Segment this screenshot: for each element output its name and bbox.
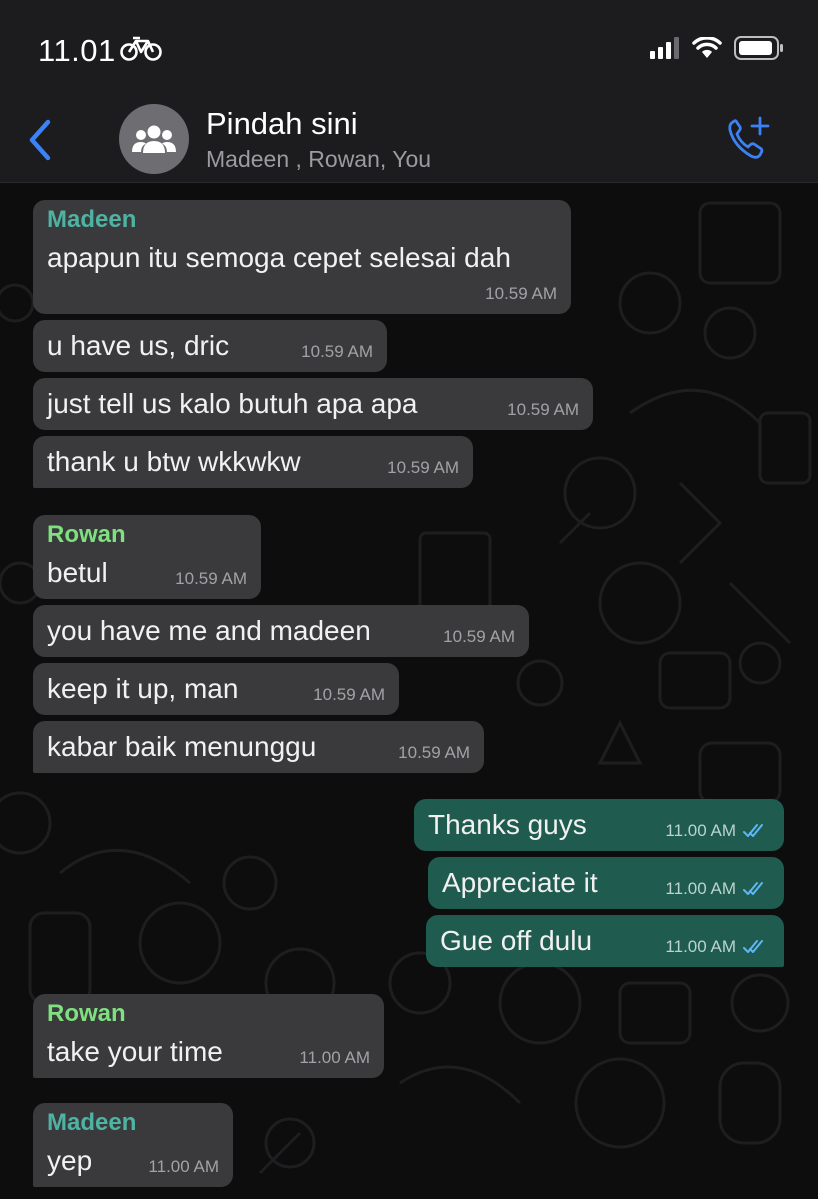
add-call-icon[interactable] xyxy=(724,114,774,164)
message-timestamp: 10.59 AM xyxy=(443,627,515,646)
sender-name: Rowan xyxy=(47,1000,126,1027)
chat-participants[interactable]: Madeen , Rowan, You xyxy=(206,146,431,173)
message-bubble-incoming[interactable]: u have us, dric 10.59 AM xyxy=(33,320,387,372)
cellular-signal-icon xyxy=(650,37,679,59)
message-timestamp: 10.59 AM xyxy=(387,458,459,477)
wifi-icon xyxy=(692,37,722,58)
message-timestamp: 10.59 AM xyxy=(313,685,385,704)
message-bubble-outgoing[interactable]: Gue off dulu 11.00 AM xyxy=(426,915,784,967)
sender-name: Rowan xyxy=(47,521,126,548)
message-timestamp: 11.00 AM xyxy=(148,1157,219,1176)
message-text: yep xyxy=(47,1145,93,1176)
message-bubble-incoming[interactable]: Rowan betul 10.59 AM xyxy=(33,515,261,599)
message-text: just tell us kalo butuh apa apa xyxy=(47,388,418,419)
message-text: Gue off dulu xyxy=(440,925,593,956)
chat-header: Pindah sini Madeen , Rowan, You xyxy=(0,100,818,183)
message-timestamp: 11.00 AM xyxy=(665,821,736,840)
group-avatar[interactable] xyxy=(119,104,189,174)
message-bubble-incoming[interactable]: keep it up, man 10.59 AM xyxy=(33,663,399,715)
message-timestamp: 10.59 AM xyxy=(398,743,470,762)
message-text: thank u btw wkkwkw xyxy=(47,446,301,477)
message-text: u have us, dric xyxy=(47,330,230,361)
status-bar: 11.01 xyxy=(0,0,818,100)
message-bubble-incoming[interactable]: you have me and madeen 10.59 AM xyxy=(33,605,529,657)
battery-icon xyxy=(734,36,783,60)
sender-name: Madeen xyxy=(47,206,137,233)
message-text: keep it up, man xyxy=(47,673,239,704)
read-receipt-icon xyxy=(743,940,763,953)
message-timestamp: 11.00 AM xyxy=(665,937,736,956)
message-text: you have me and madeen xyxy=(47,615,371,646)
message-bubble-incoming[interactable]: Rowan take your time 11.00 AM xyxy=(33,994,384,1078)
message-timestamp: 10.59 AM xyxy=(507,400,579,419)
message-text: take your time xyxy=(47,1036,223,1067)
message-timestamp: 10.59 AM xyxy=(175,569,247,588)
sender-name: Madeen xyxy=(47,1109,137,1136)
message-text: Thanks guys xyxy=(428,809,587,840)
read-receipt-icon xyxy=(743,882,763,895)
group-icon xyxy=(132,125,176,153)
message-text: kabar baik menunggu xyxy=(47,731,317,762)
chat-title[interactable]: Pindah sini xyxy=(206,106,358,142)
message-bubble-incoming[interactable]: Madeen yep 11.00 AM xyxy=(33,1103,233,1187)
message-bubble-incoming[interactable]: kabar baik menunggu 10.59 AM xyxy=(33,721,484,773)
back-chevron-icon[interactable] xyxy=(24,116,56,164)
message-text: apapun itu semoga cepet selesai dah xyxy=(47,242,511,273)
status-time: 11.01 xyxy=(38,33,116,68)
message-timestamp: 10.59 AM xyxy=(485,284,557,303)
message-timestamp: 11.00 AM xyxy=(665,879,736,898)
chat-area[interactable]: Madeen apapun itu semoga cepet selesai d… xyxy=(0,183,818,1199)
message-timestamp: 10.59 AM xyxy=(301,342,373,361)
message-text: Appreciate it xyxy=(442,867,598,898)
read-receipt-icon xyxy=(743,824,763,837)
message-text: betul xyxy=(47,557,108,588)
message-timestamp: 11.00 AM xyxy=(299,1048,370,1067)
message-bubble-outgoing[interactable]: Appreciate it 11.00 AM xyxy=(428,857,784,909)
message-bubble-incoming[interactable]: thank u btw wkkwkw 10.59 AM xyxy=(33,436,473,488)
message-bubble-outgoing[interactable]: Thanks guys 11.00 AM xyxy=(414,799,784,851)
bicycle-icon xyxy=(120,36,162,61)
message-bubble-incoming[interactable]: just tell us kalo butuh apa apa 10.59 AM xyxy=(33,378,593,430)
message-bubble-incoming[interactable]: Madeen apapun itu semoga cepet selesai d… xyxy=(33,200,571,314)
